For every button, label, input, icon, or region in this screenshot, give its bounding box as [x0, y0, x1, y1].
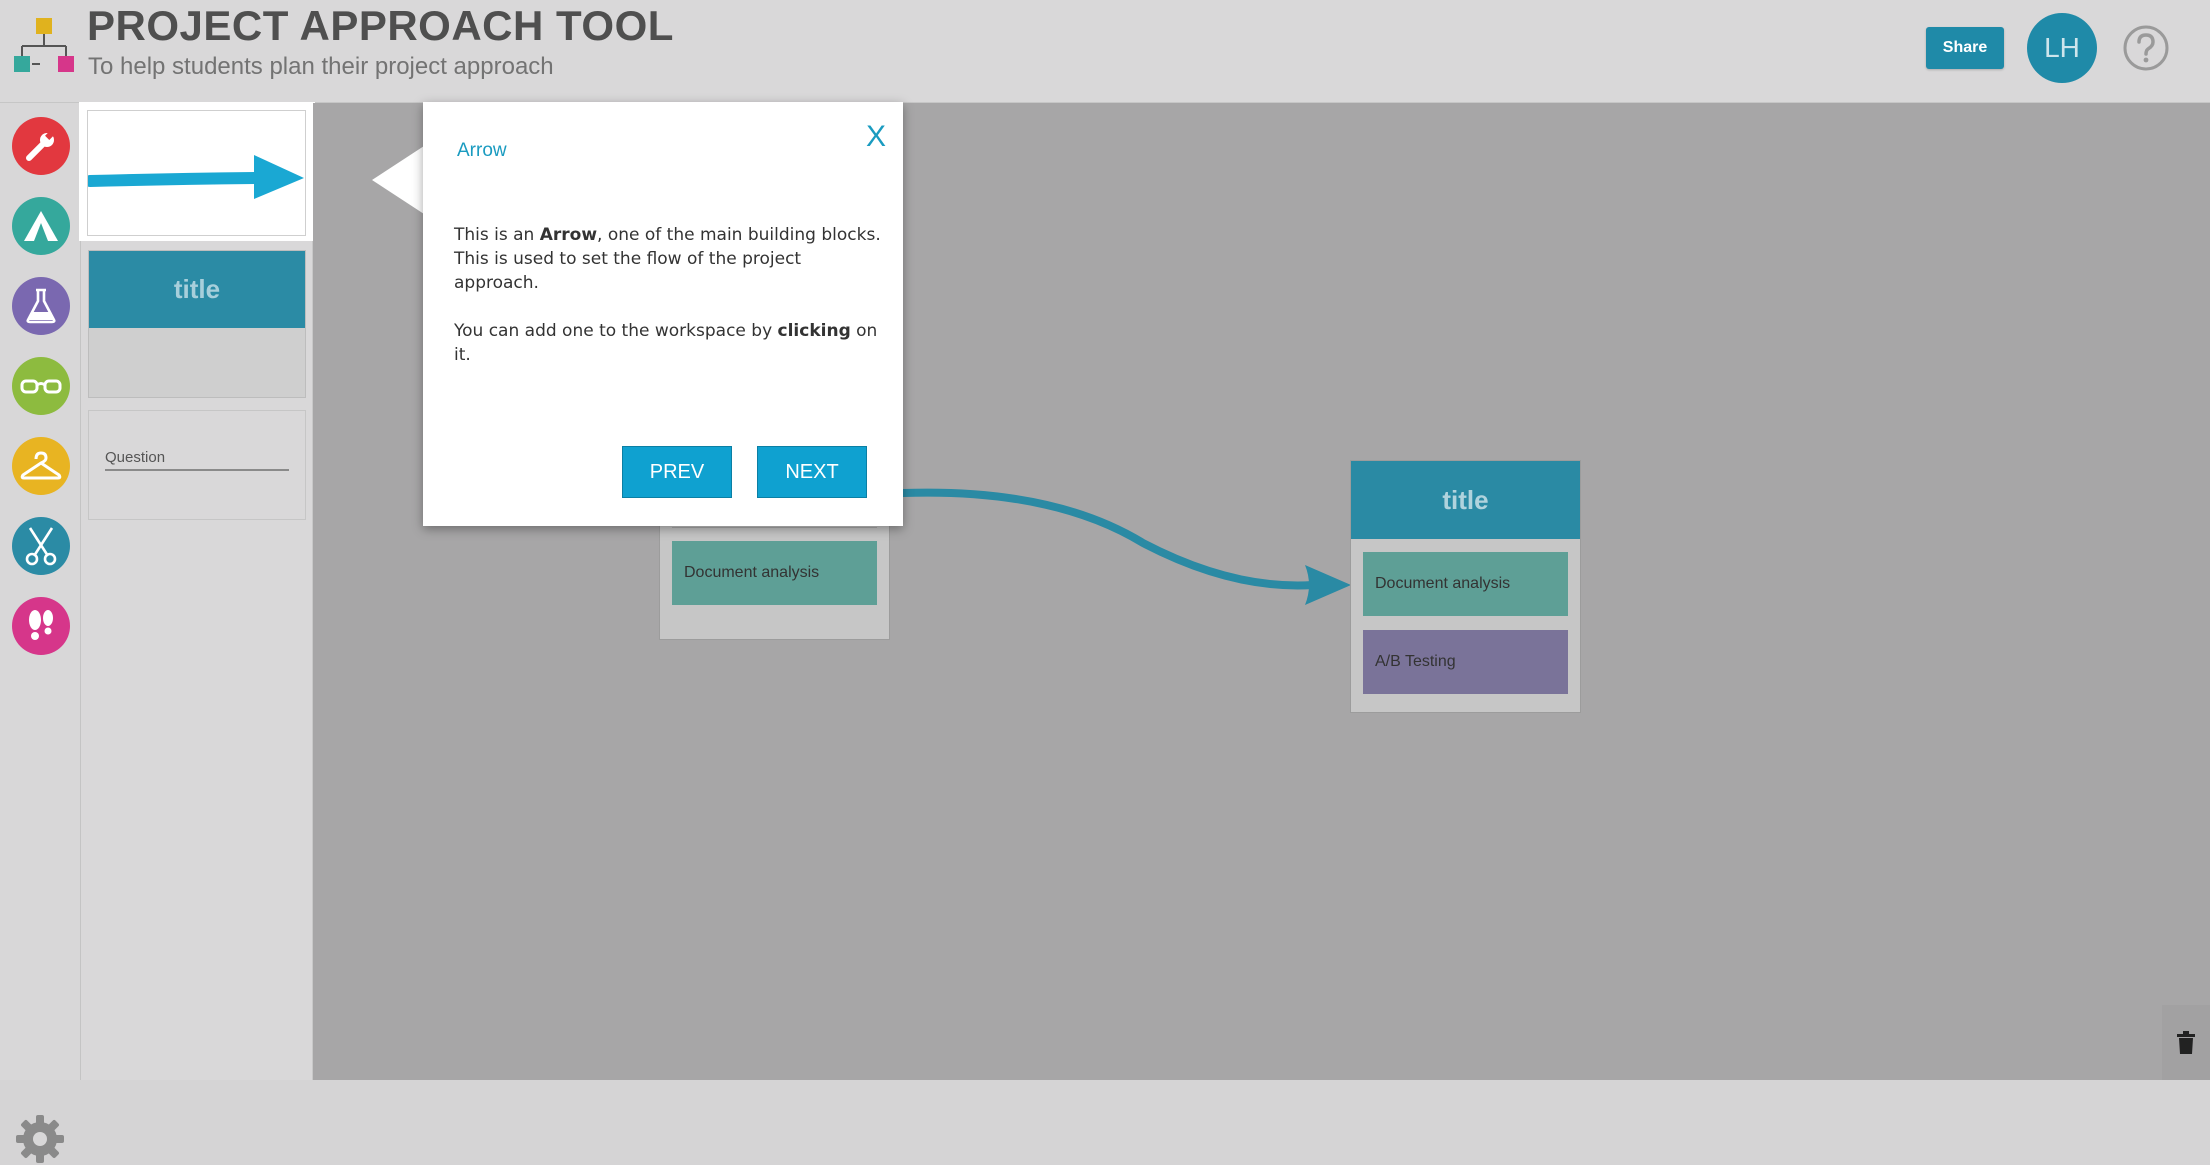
flask-icon: [26, 288, 56, 324]
tent-icon: [24, 211, 58, 241]
activity-chip[interactable]: Document analysis: [1363, 552, 1568, 616]
category-footprints[interactable]: [12, 597, 70, 655]
logo-icon: [14, 18, 74, 72]
app-subtitle: To help students plan their project appr…: [88, 53, 554, 80]
tutorial-dialog: Arrow X This is an Arrow, one of the mai…: [423, 102, 903, 526]
workspace-block[interactable]: title Document analysis A/B Testing: [1350, 460, 1581, 713]
category-wrench[interactable]: [12, 117, 70, 175]
dialog-title: Arrow: [457, 140, 507, 161]
category-hanger[interactable]: [12, 437, 70, 495]
block-title[interactable]: title: [1351, 461, 1580, 539]
user-avatar[interactable]: LH: [2027, 13, 2097, 83]
category-flask[interactable]: [12, 277, 70, 335]
palette-block-item[interactable]: title: [88, 250, 306, 398]
trash-zone[interactable]: [2162, 1005, 2210, 1080]
palette-block-title: title: [89, 251, 305, 328]
palette-arrow-item[interactable]: [79, 102, 315, 241]
activity-chip[interactable]: A/B Testing: [1363, 630, 1568, 694]
wrench-icon: [26, 130, 55, 161]
dialog-paragraph: This is an Arrow, one of the main buildi…: [454, 225, 881, 293]
category-tent[interactable]: [12, 197, 70, 255]
arrow-icon: [84, 155, 304, 199]
app-header: PROJECT APPROACH TOOL To help students p…: [0, 0, 2210, 103]
share-button[interactable]: Share: [1926, 27, 2004, 69]
scissors-icon: [25, 527, 57, 566]
next-button[interactable]: NEXT: [757, 446, 867, 498]
gear-icon[interactable]: [14, 1113, 66, 1165]
footprints-icon: [29, 610, 53, 640]
category-glasses[interactable]: [12, 357, 70, 415]
prev-button[interactable]: PREV: [622, 446, 732, 498]
hanger-icon: [20, 451, 62, 480]
app-title: PROJECT APPROACH TOOL: [87, 2, 674, 49]
palette-question-item[interactable]: Question: [88, 410, 306, 520]
category-scissors[interactable]: [12, 517, 70, 575]
category-bar: [0, 103, 81, 1163]
trash-icon: [2177, 1030, 2195, 1054]
dialog-pointer: [372, 146, 424, 214]
palette-question-label: Question: [105, 449, 289, 471]
dialog-body: This is an Arrow, one of the main buildi…: [454, 223, 884, 391]
question-circle-icon[interactable]: [2122, 24, 2170, 72]
glasses-icon: [20, 379, 62, 394]
close-button[interactable]: X: [866, 122, 886, 152]
dialog-paragraph: You can add one to the workspace by clic…: [454, 321, 878, 365]
